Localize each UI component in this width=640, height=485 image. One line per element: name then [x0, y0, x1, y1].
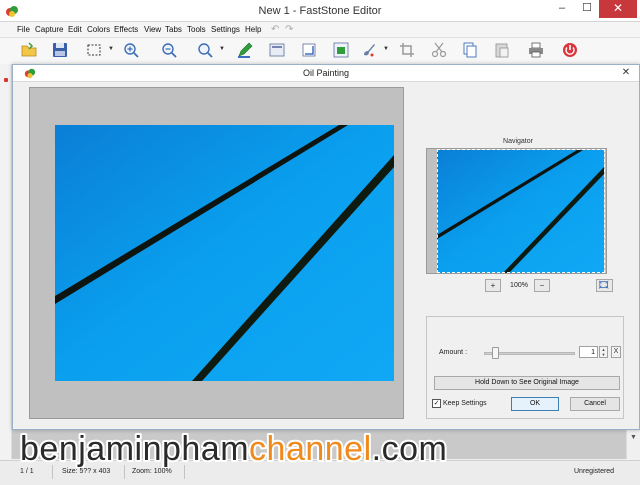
preview-image[interactable] — [55, 125, 394, 381]
settings-panel: Amount : ▲▼ X Hold Down to See Original … — [426, 316, 624, 419]
fit-to-window-button[interactable] — [596, 279, 613, 292]
close-window-button[interactable]: ✕ — [599, 0, 637, 18]
navigator-frame — [426, 148, 607, 274]
title-bar: New 1 - FastStone Editor – ☐ ✕ — [0, 0, 640, 22]
redo-icon[interactable]: ↷ — [285, 24, 293, 35]
dialog-title: Oil Painting — [302, 68, 350, 78]
menu-edit[interactable]: Edit — [68, 25, 82, 34]
cancel-button[interactable]: Cancel — [570, 397, 620, 411]
zoom-100-icon[interactable] — [196, 41, 214, 59]
zoom-out-icon[interactable] — [160, 41, 178, 59]
fit-window-icon — [598, 280, 609, 289]
menu-help[interactable]: Help — [245, 25, 261, 34]
hold-to-see-original-button[interactable]: Hold Down to See Original Image — [434, 376, 620, 390]
amount-input[interactable] — [579, 346, 598, 358]
navigator-viewport-selection[interactable] — [437, 149, 605, 273]
amount-spinner[interactable]: ▲ ▼ — [599, 346, 608, 358]
menu-colors[interactable]: Colors — [87, 25, 110, 34]
navigator-label: Navigator — [503, 138, 533, 145]
scroll-down-arrow-icon[interactable]: ▼ — [630, 434, 637, 441]
print-icon[interactable] — [527, 41, 545, 59]
select-rectangle-icon[interactable] — [85, 41, 103, 59]
select-dropdown-arrow-icon[interactable]: ▼ — [108, 46, 114, 52]
paint-icon[interactable] — [360, 41, 378, 59]
keep-settings-checkbox[interactable]: ✓ — [432, 399, 441, 408]
crop-icon[interactable] — [398, 41, 416, 59]
status-registration: Unregistered — [574, 468, 615, 475]
watermark-part-2: channel — [249, 430, 372, 468]
status-page: 1 / 1 — [20, 468, 34, 475]
navigator-zoom-in-button[interactable]: + — [485, 279, 501, 292]
menu-settings[interactable]: Settings — [211, 25, 240, 34]
window-title: New 1 - FastStone Editor — [258, 5, 382, 17]
navigator-zoom-level: 100% — [510, 282, 528, 289]
amount-label: Amount : — [439, 349, 468, 356]
maximize-button[interactable]: ☐ — [575, 0, 599, 18]
menu-view[interactable]: View — [144, 25, 161, 34]
minimize-button[interactable]: – — [549, 0, 575, 18]
status-zoom: Zoom: 100% — [132, 468, 172, 475]
draw-icon[interactable] — [236, 41, 254, 59]
dialog-close-button[interactable]: ✕ — [615, 65, 637, 81]
watermark-text: benjaminphamchannel.com — [20, 430, 447, 468]
menu-file[interactable]: File — [17, 25, 30, 34]
channel-watermark: benjaminphamchannel.com — [18, 428, 449, 468]
oil-painting-dialog: Oil Painting ✕ Navigator + 100% − Amount… — [12, 64, 640, 430]
toolbar: ▼ ▼ ▼ — [0, 38, 640, 64]
amount-reset-button[interactable]: X — [611, 346, 621, 358]
status-size: Size: 5?? x 403 — [62, 468, 111, 475]
watermark-part-3: .com — [372, 430, 448, 468]
menu-tabs[interactable]: Tabs — [165, 25, 182, 34]
ok-button[interactable]: OK — [511, 397, 559, 411]
zoom-in-icon[interactable] — [122, 41, 140, 59]
keep-settings-label[interactable]: Keep Settings — [443, 400, 487, 407]
amount-slider-thumb[interactable] — [492, 347, 500, 359]
menu-effects[interactable]: Effects — [114, 25, 138, 34]
tab-strip — [0, 64, 12, 459]
red-marker-icon — [4, 78, 8, 82]
preview-frame — [29, 87, 404, 419]
save-icon[interactable] — [51, 41, 69, 59]
cut-icon[interactable] — [430, 41, 448, 59]
paint-dropdown-arrow-icon[interactable]: ▼ — [383, 46, 389, 52]
paste-icon[interactable] — [493, 41, 511, 59]
dialog-title-bar: Oil Painting ✕ — [13, 65, 639, 82]
edge-icon[interactable] — [300, 41, 318, 59]
close-power-icon[interactable] — [561, 41, 579, 59]
watermark-part-1: benjaminpham — [20, 430, 249, 468]
copy-icon[interactable] — [461, 41, 479, 59]
menu-capture[interactable]: Capture — [35, 25, 63, 34]
caption-icon[interactable] — [268, 41, 286, 59]
open-folder-icon[interactable] — [20, 41, 38, 59]
navigator-zoom-out-button[interactable]: − — [534, 279, 550, 292]
resize-icon[interactable] — [332, 41, 350, 59]
undo-icon[interactable]: ↶ — [271, 24, 279, 35]
menu-tools[interactable]: Tools — [187, 25, 206, 34]
zoom-dropdown-arrow-icon[interactable]: ▼ — [219, 46, 225, 52]
menu-bar: File Capture Edit Colors Effects View Ta… — [0, 22, 640, 38]
